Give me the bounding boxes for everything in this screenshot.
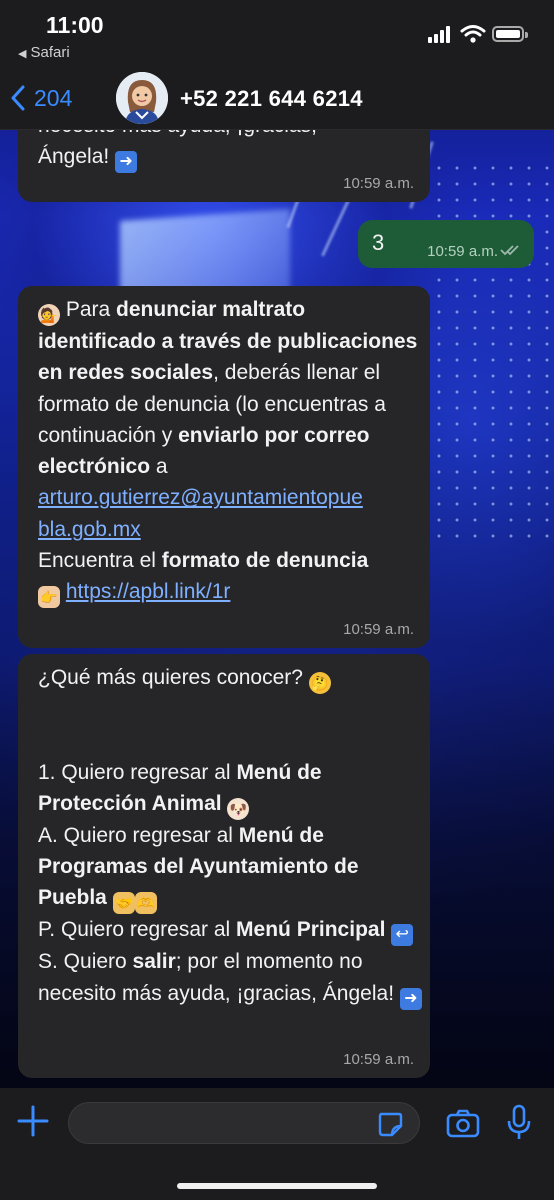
thinking-face-icon: 🤔	[308, 672, 331, 694]
incoming-message[interactable]: necesito más ayuda, ¡gracias, Ángela! ➜ …	[18, 130, 430, 202]
option-bold-text: Menú Principal	[236, 918, 386, 942]
message-text: Ángela!	[38, 145, 110, 169]
message-text: 3	[372, 230, 385, 255]
message-text: Para	[65, 298, 117, 321]
arrow-right-icon: ➜	[115, 151, 138, 174]
option-text: A. Quiero regresar al	[38, 823, 239, 847]
status-bar: 11:00 ◀ Safari	[0, 0, 554, 68]
message-time: 10:59 a.m.	[343, 621, 414, 638]
avatar-illustration	[116, 72, 168, 124]
back-count: 204	[34, 84, 73, 111]
status-time: 11:00	[46, 12, 104, 38]
outgoing-message[interactable]: 3 10:59 a.m.	[358, 220, 534, 268]
back-app-label: Safari	[30, 44, 70, 61]
incoming-message[interactable]: 💁 Para denunciar maltrato identificado a…	[18, 286, 430, 648]
option-text: S. Quiero	[38, 950, 133, 974]
incoming-message[interactable]: ¿Qué más quieres conocer? 🤔 1. Quiero re…	[18, 654, 430, 1078]
input-bar	[0, 1088, 554, 1200]
arrow-right-icon: ➜	[399, 987, 422, 1010]
message-text: Encuentra el	[38, 549, 162, 573]
message-time: 10:59 a.m.	[427, 243, 498, 260]
contact-name[interactable]: +52 221 644 6214	[180, 86, 363, 112]
read-receipt-icon	[500, 245, 519, 256]
avatar[interactable]	[116, 72, 168, 124]
message-time: 10:59 a.m.	[343, 175, 414, 192]
option-bold-text: salir	[132, 950, 176, 974]
option-text: 1. Quiero regresar al	[38, 760, 237, 784]
option-text: P. Quiero regresar al	[38, 918, 237, 942]
message-text: necesito más ayuda, ¡gracias,	[38, 130, 317, 141]
signal-icon	[428, 25, 454, 43]
message-list[interactable]: necesito más ayuda, ¡gracias, Ángela! ➜ …	[0, 130, 554, 1088]
message-text: ¿Qué más quieres conocer?	[38, 666, 303, 689]
chat-header: 204 +52 221 644 6214	[0, 68, 554, 130]
sticker-icon[interactable]	[376, 1110, 404, 1138]
heart-hands-icon: 🫶	[134, 892, 157, 915]
microphone-icon[interactable]	[506, 1104, 532, 1142]
email-link-continued[interactable]: bla.gob.mx	[38, 518, 141, 541]
home-indicator[interactable]	[177, 1183, 377, 1189]
back-to-app-link[interactable]: ◀ Safari	[18, 44, 70, 61]
message-time: 10:59 a.m.	[343, 1051, 414, 1068]
puppy-icon: 🐶	[227, 797, 250, 820]
handshake-icon: 🤝	[112, 892, 135, 915]
back-button[interactable]: 204	[10, 80, 72, 116]
plus-icon[interactable]	[16, 1104, 50, 1138]
message-text: a	[150, 455, 168, 479]
pointing-hand-icon: 👉	[38, 586, 60, 609]
email-link[interactable]: arturo.gutierrez@ayuntamientopue	[38, 486, 363, 509]
battery-icon	[492, 26, 528, 42]
camera-icon[interactable]	[446, 1106, 480, 1140]
return-arrow-icon: ↩	[391, 924, 414, 947]
wifi-icon	[460, 25, 486, 43]
message-input[interactable]	[68, 1102, 420, 1144]
format-link[interactable]: https://apbl.link/1r	[66, 580, 231, 603]
message-bold-text: formato de denuncia	[161, 549, 369, 573]
person-tipping-hand-icon: 💁	[38, 304, 60, 326]
chevron-left-icon	[11, 85, 25, 111]
